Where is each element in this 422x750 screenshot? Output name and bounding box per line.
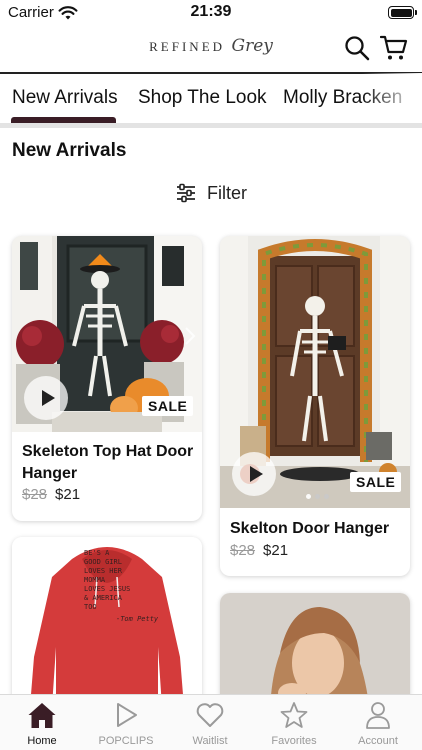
- sale-price: $21: [263, 542, 289, 559]
- nav-label: Favorites: [271, 735, 317, 747]
- play-icon: [41, 390, 55, 406]
- section-title: New Arrivals: [12, 140, 127, 161]
- nav-account[interactable]: Account: [336, 695, 420, 750]
- play-video-button[interactable]: [24, 376, 68, 420]
- filter-label: Filter: [207, 182, 247, 203]
- tab-scroll-fade: [362, 73, 422, 125]
- nav-label: POPCLIPS: [98, 735, 154, 747]
- hoodie-print-line: -Tom Petty: [116, 615, 159, 623]
- sale-badge: SALE: [350, 472, 402, 492]
- product-card[interactable]: SALE Skelton Door Hanger $28 $21: [220, 236, 410, 576]
- home-icon: [28, 703, 56, 728]
- hoodie-print-line: GOOD GIRL: [84, 558, 122, 566]
- sale-badge: SALE: [142, 396, 194, 416]
- chevron-right-icon[interactable]: [184, 326, 196, 346]
- app-header: REFINED Grey: [0, 26, 422, 72]
- play-icon: [117, 703, 137, 727]
- hoodie-print-line: MOMMA: [84, 576, 106, 584]
- person-icon: [366, 702, 390, 729]
- product-price: $28 $21: [22, 486, 80, 503]
- hoodie-print-line: BE'S A: [84, 549, 110, 557]
- cart-icon[interactable]: [380, 34, 408, 62]
- logo-word-grey: Grey: [231, 36, 273, 56]
- heart-icon: [196, 703, 224, 727]
- image-carousel-dots: [304, 494, 331, 499]
- nav-popclips[interactable]: POPCLIPS: [84, 695, 168, 750]
- product-price: $28 $21: [230, 542, 288, 559]
- carousel-dot: [315, 494, 320, 499]
- battery-tip: [415, 10, 417, 15]
- hoodie-print-line: LOVES JESUS: [84, 585, 130, 593]
- product-image[interactable]: BE'S A GOOD GIRL LOVES HER MOMMA LOVES J…: [12, 537, 202, 707]
- nav-label: Account: [358, 735, 398, 747]
- star-icon: [280, 702, 308, 728]
- product-name[interactable]: Skelton Door Hanger: [230, 518, 405, 540]
- tab-shop-the-look[interactable]: Shop The Look: [138, 87, 267, 109]
- bottom-tab-bar: Home POPCLIPS Waitlist Favorites Account: [0, 694, 422, 750]
- product-card[interactable]: SALE Skeleton Top Hat Door Hanger $28 $21: [12, 236, 202, 521]
- nav-label: Home: [27, 735, 57, 747]
- product-name[interactable]: Skeleton Top Hat Door Hanger: [22, 441, 197, 485]
- nav-waitlist[interactable]: Waitlist: [168, 695, 252, 750]
- nav-label: Waitlist: [192, 735, 228, 747]
- original-price: $28: [230, 542, 256, 559]
- sale-price: $21: [55, 486, 81, 503]
- battery-icon: [388, 6, 414, 19]
- filter-button[interactable]: Filter: [175, 180, 247, 206]
- clock: 21:39: [190, 3, 232, 20]
- product-card[interactable]: BE'S A GOOD GIRL LOVES HER MOMMA LOVES J…: [12, 537, 202, 707]
- hoodie-print-line: TOO: [84, 603, 97, 611]
- play-icon: [249, 466, 263, 482]
- carousel-dot: [306, 494, 311, 499]
- filter-sliders-icon: [177, 183, 195, 203]
- play-video-button[interactable]: [232, 452, 276, 496]
- status-bar: Carrier 21:39: [0, 0, 422, 26]
- tab-new-arrivals[interactable]: New Arrivals: [12, 87, 118, 109]
- nav-home[interactable]: Home: [0, 695, 84, 750]
- hoodie-print-line: LOVES HER: [84, 567, 123, 575]
- carousel-dot: [324, 494, 329, 499]
- tabs-divider: [0, 123, 422, 128]
- nav-favorites[interactable]: Favorites: [252, 695, 336, 750]
- hoodie-print-line: & AMERICA: [84, 594, 123, 602]
- search-icon[interactable]: [343, 34, 371, 62]
- original-price: $28: [22, 486, 48, 503]
- logo-word-refined: REFINED: [149, 39, 226, 54]
